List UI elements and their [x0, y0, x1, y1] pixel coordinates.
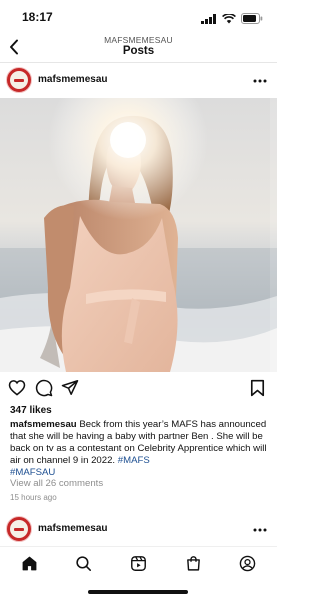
home-icon [22, 556, 36, 570]
nav-header: MAFSMEMESAU Posts [0, 32, 277, 62]
status-bar: 18:17 [0, 0, 277, 34]
tab-profile[interactable] [237, 553, 257, 573]
post-timestamp: 15 hours ago [10, 493, 57, 502]
post-image[interactable] [0, 98, 277, 372]
status-time: 18:17 [22, 10, 53, 24]
more-horizontal-icon [253, 528, 267, 532]
comment-button[interactable] [35, 379, 53, 402]
more-options-button[interactable] [253, 521, 267, 535]
status-icons [201, 11, 263, 29]
battery-icon [241, 11, 263, 29]
caption-username[interactable]: mafsmemesau [10, 419, 77, 430]
post-header: mafsmemesau [0, 64, 277, 98]
hashtag-mafsau[interactable]: #MAFSAU [10, 467, 55, 478]
wifi-icon [222, 11, 236, 29]
heart-icon [8, 380, 26, 396]
hashtag-mafs[interactable]: #MAFS [118, 455, 150, 466]
next-post-header: mafsmemesau [0, 514, 277, 546]
home-indicator [88, 590, 188, 594]
tab-shop[interactable] [183, 553, 203, 573]
share-button[interactable] [61, 379, 79, 401]
account-name: MAFSMEMESAU [104, 35, 173, 45]
tab-search[interactable] [73, 553, 93, 573]
search-icon [75, 555, 91, 571]
profile-icon [239, 555, 255, 571]
signal-icon [201, 11, 217, 29]
post-photo [0, 98, 277, 372]
bottom-tab-bar [0, 546, 277, 576]
reels-icon [130, 555, 146, 571]
post-username[interactable]: mafsmemesau [38, 74, 107, 85]
avatar[interactable] [6, 67, 32, 93]
view-comments-link[interactable]: View all 26 comments [10, 478, 103, 489]
bookmark-icon [250, 379, 265, 397]
tab-reels[interactable] [128, 553, 148, 573]
avatar[interactable] [6, 516, 32, 542]
post-actions [0, 378, 277, 400]
post-username[interactable]: mafsmemesau [38, 523, 107, 534]
shop-icon [186, 555, 200, 571]
more-horizontal-icon [253, 79, 267, 83]
save-button[interactable] [250, 379, 265, 402]
like-count[interactable]: 347 likes [10, 405, 52, 416]
page-title: Posts [122, 45, 155, 57]
header-divider [0, 62, 277, 63]
comment-icon [35, 379, 53, 397]
more-options-button[interactable] [253, 72, 267, 86]
like-button[interactable] [8, 379, 26, 401]
tab-home[interactable] [19, 553, 39, 573]
post-caption: mafsmemesau Beck from this year’s MAFS h… [10, 419, 268, 479]
send-icon [61, 380, 79, 395]
